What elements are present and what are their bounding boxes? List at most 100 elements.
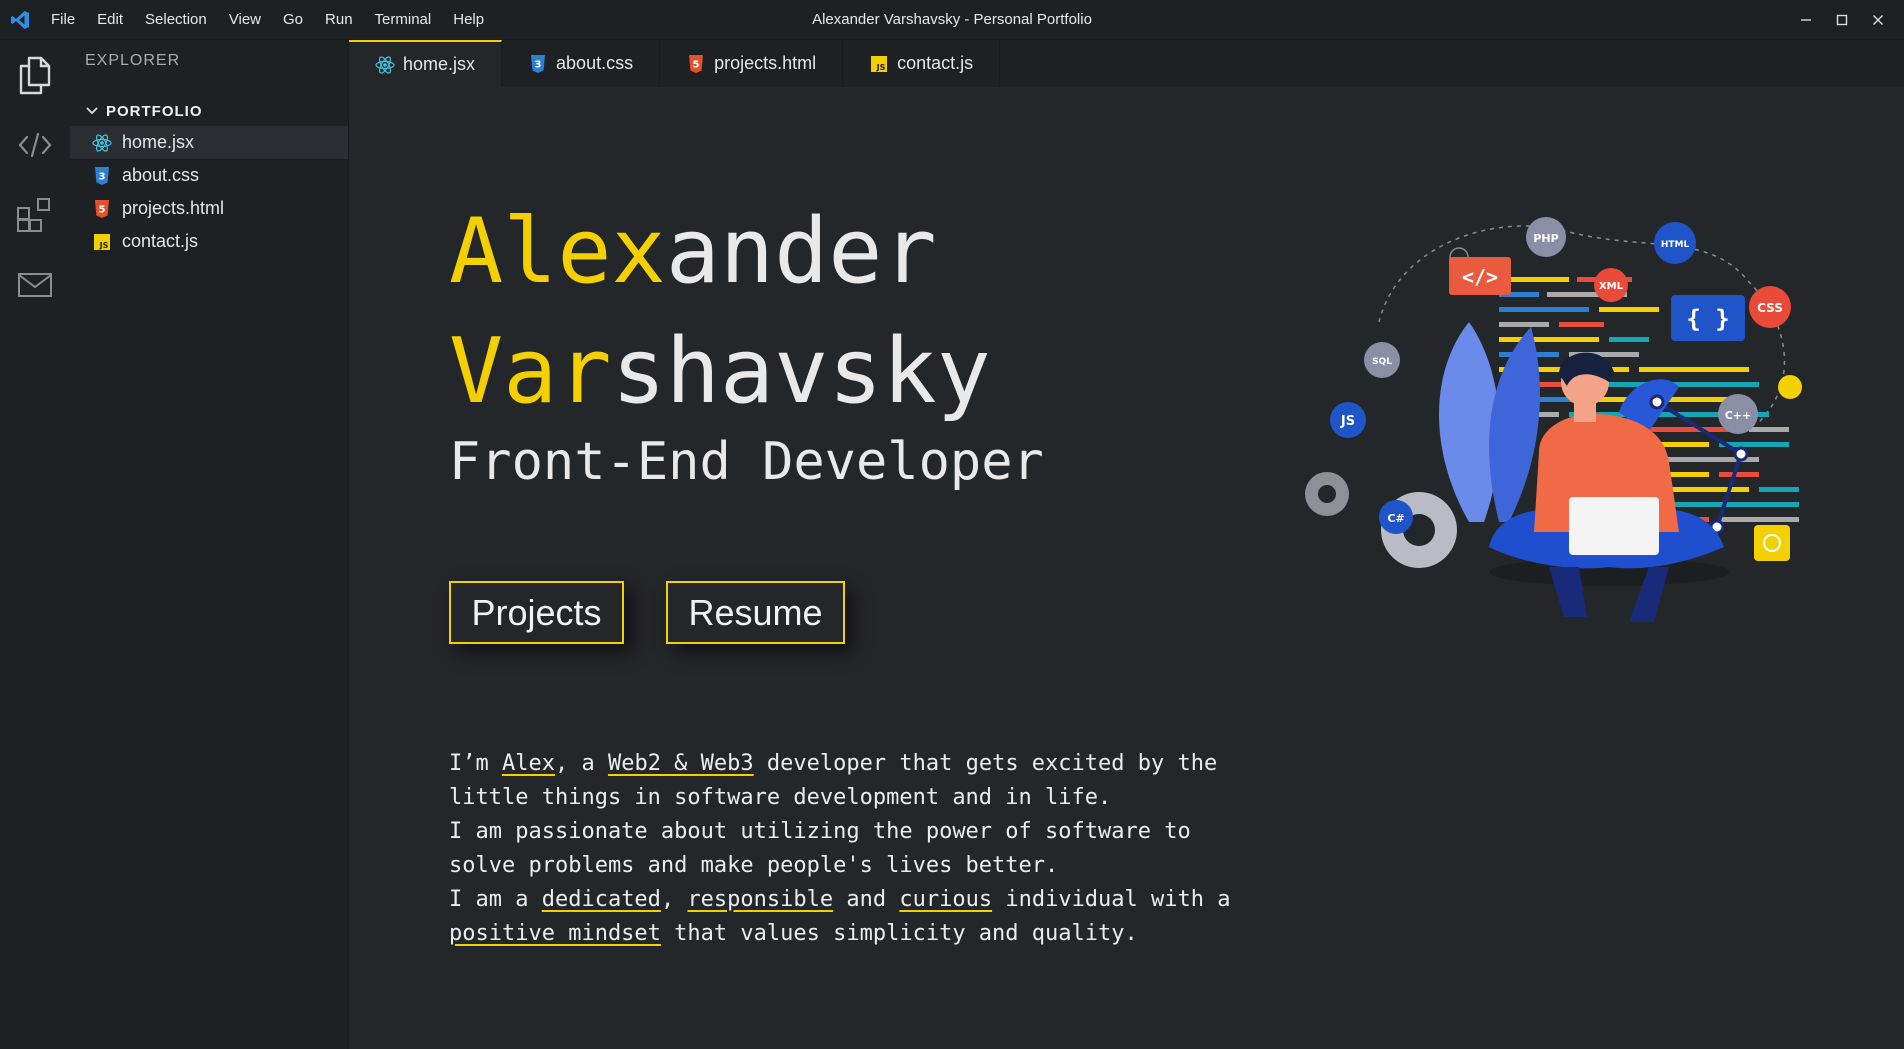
html-icon: 5 (686, 54, 706, 74)
window-controls (1788, 0, 1896, 39)
files-icon (19, 56, 51, 95)
maximize-button[interactable] (1824, 0, 1860, 39)
about-text-span: and (833, 887, 900, 912)
file-item-contact[interactable]: JS contact.js (70, 225, 348, 258)
activity-bar (0, 40, 70, 1049)
menu-go[interactable]: Go (272, 0, 314, 39)
minimize-icon (1801, 18, 1811, 21)
explorer-title: EXPLORER (85, 52, 181, 69)
close-button[interactable] (1860, 0, 1896, 39)
badge-csharp: C# (1387, 512, 1404, 525)
folder-portfolio[interactable]: PORTFOLIO (70, 96, 348, 126)
about-highlight-web: Web2 & Web3 (607, 751, 754, 776)
react-icon (92, 133, 112, 153)
css-icon: 3 (92, 166, 112, 186)
js-icon: JS (869, 54, 889, 74)
about-highlight-responsible: responsible (687, 887, 834, 912)
menu-file[interactable]: File (40, 0, 86, 39)
about-text-span: , a (554, 751, 608, 776)
first-name-rest: ander (665, 199, 937, 304)
code-activity-button[interactable] (0, 110, 70, 180)
menu-terminal[interactable]: Terminal (364, 0, 443, 39)
about-text-span: that values simplicity and quality. (660, 921, 1138, 946)
about-text-span: I’m (449, 751, 502, 776)
editor-content: Alexander Varshavsky Front-End Developer… (349, 87, 1904, 1049)
editor-tabs: home.jsx 3 about.css 5 projects.html JS … (349, 40, 1904, 87)
extensions-icon (17, 198, 50, 232)
about-highlight-curious: curious (899, 887, 993, 912)
extensions-activity-button[interactable] (0, 180, 70, 250)
svg-text:</>: </> (1462, 265, 1498, 289)
badge-html: HTML (1661, 240, 1690, 250)
badge-sql: SQL (1372, 357, 1392, 367)
about-highlight-name: Alex (501, 751, 555, 776)
about-paragraph-3: I am a dedicated, responsible and curiou… (449, 883, 1269, 951)
tab-label: contact.js (897, 53, 974, 73)
svg-text:3: 3 (99, 171, 106, 182)
about-paragraph-1: I’m Alex, a Web2 & Web3 developer that g… (449, 747, 1269, 815)
menu-view[interactable]: View (218, 0, 272, 39)
file-label: about.css (122, 165, 200, 185)
tab-about[interactable]: 3 about.css (502, 40, 661, 87)
plant-icon (1439, 322, 1540, 522)
explorer-sidebar: EXPLORER PORTFOLIO home.jsx 3 about.css … (70, 40, 349, 1049)
html-icon: 5 (92, 199, 112, 219)
about-highlight-mindset: positive mindset (449, 921, 661, 946)
folder-name: PORTFOLIO (106, 102, 203, 120)
react-icon (375, 55, 395, 75)
svg-text:5: 5 (99, 204, 106, 215)
tab-contact[interactable]: JS contact.js (843, 40, 1001, 87)
close-icon (1873, 14, 1883, 25)
menu-edit[interactable]: Edit (86, 0, 134, 39)
svg-text:JS: JS (99, 241, 109, 250)
file-label: contact.js (122, 231, 199, 251)
about-paragraph-2: I am passionate about utilizing the powe… (449, 819, 1191, 878)
file-label: projects.html (122, 198, 225, 218)
tab-label: home.jsx (403, 54, 476, 74)
about-text-span: I am a (449, 887, 542, 912)
vscode-logo-icon (0, 0, 40, 39)
file-item-about[interactable]: 3 about.css (70, 159, 348, 192)
file-item-home[interactable]: home.jsx (70, 126, 348, 159)
tab-home[interactable]: home.jsx (349, 40, 503, 87)
about-highlight-dedicated: dedicated (541, 887, 661, 912)
svg-text:3: 3 (535, 59, 542, 70)
badge-php: PHP (1533, 232, 1558, 245)
menu-selection[interactable]: Selection (134, 0, 218, 39)
menu-help[interactable]: Help (442, 0, 495, 39)
hero-first-name: Alexander (449, 202, 937, 302)
resume-button[interactable]: Resume (666, 581, 845, 644)
mail-icon (18, 273, 52, 297)
svg-text:JS: JS (876, 63, 886, 72)
menu-run[interactable]: Run (314, 0, 364, 39)
hero-role: Front-End Developer (449, 432, 1044, 492)
badge-xml: XML (1599, 281, 1624, 292)
last-name-rest: shavsky (611, 319, 991, 424)
hero-last-name: Varshavsky (449, 322, 991, 422)
tab-projects[interactable]: 5 projects.html (660, 40, 844, 87)
css-icon: 3 (528, 54, 548, 74)
about-text-span: , (660, 887, 688, 912)
about-text-span: individual with a (992, 887, 1231, 912)
last-name-highlight: Var (449, 319, 612, 424)
tab-label: about.css (556, 53, 634, 73)
maximize-icon (1836, 14, 1848, 25)
minimize-button[interactable] (1788, 0, 1824, 39)
tab-label: projects.html (714, 53, 817, 73)
chevron-down-icon (86, 107, 98, 115)
file-item-projects[interactable]: 5 projects.html (70, 192, 348, 225)
explorer-activity-button[interactable] (0, 40, 70, 110)
svg-text:5: 5 (693, 59, 700, 70)
developer-illustration: </> { } PHP HTML XML CSS SQL JS C++ C# (1305, 217, 1802, 622)
code-icon (18, 132, 52, 158)
menu-bar: File Edit Selection View Go Run Terminal… (40, 0, 495, 39)
badge-cpp: C++ (1725, 409, 1752, 422)
badge-js: JS (1340, 414, 1355, 429)
badge-css: CSS (1757, 301, 1783, 315)
title-bar: File Edit Selection View Go Run Terminal… (0, 0, 1904, 40)
svg-text:{ }: { } (1686, 305, 1729, 333)
file-label: home.jsx (122, 132, 195, 152)
contact-activity-button[interactable] (0, 250, 70, 320)
js-icon: JS (92, 232, 112, 252)
projects-button[interactable]: Projects (449, 581, 624, 644)
